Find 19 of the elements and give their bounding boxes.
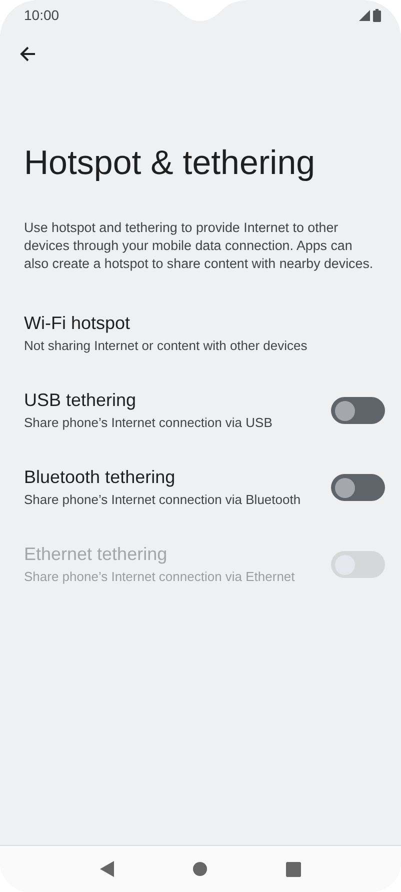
setting-summary: Share phone’s Internet connection via Ethernet <box>24 569 296 585</box>
status-time: 10:00 <box>24 7 60 23</box>
battery-icon <box>373 8 381 22</box>
description: Use hotspot and tethering to provide Internet to other devices through your mobile data connection. Apps can also create a hotspot to share content with nearby devices. <box>24 219 374 273</box>
signal-icon <box>359 10 370 20</box>
setting-summary: Share phone’s Internet connection via USB <box>24 415 274 431</box>
setting-title[interactable]: USB tethering <box>24 390 309 411</box>
setting-summary: Share phone’s Internet connection via Bluetooth <box>24 492 302 508</box>
back-nav-button[interactable] <box>100 861 114 877</box>
page-title: Hotspot & tethering <box>24 144 316 183</box>
setting-title[interactable]: Wi-Fi hotspot <box>24 313 364 334</box>
home-nav-button[interactable] <box>192 862 207 876</box>
toggle-switch[interactable] <box>331 474 385 501</box>
toggle-switch[interactable] <box>331 397 385 424</box>
setting-summary: Not sharing Internet or content with other devices <box>24 338 308 354</box>
back-button[interactable] <box>18 44 38 64</box>
recents-nav-button[interactable] <box>286 862 302 876</box>
setting-title[interactable]: Bluetooth tethering <box>24 467 309 488</box>
setting-title: Ethernet tethering <box>24 544 168 565</box>
